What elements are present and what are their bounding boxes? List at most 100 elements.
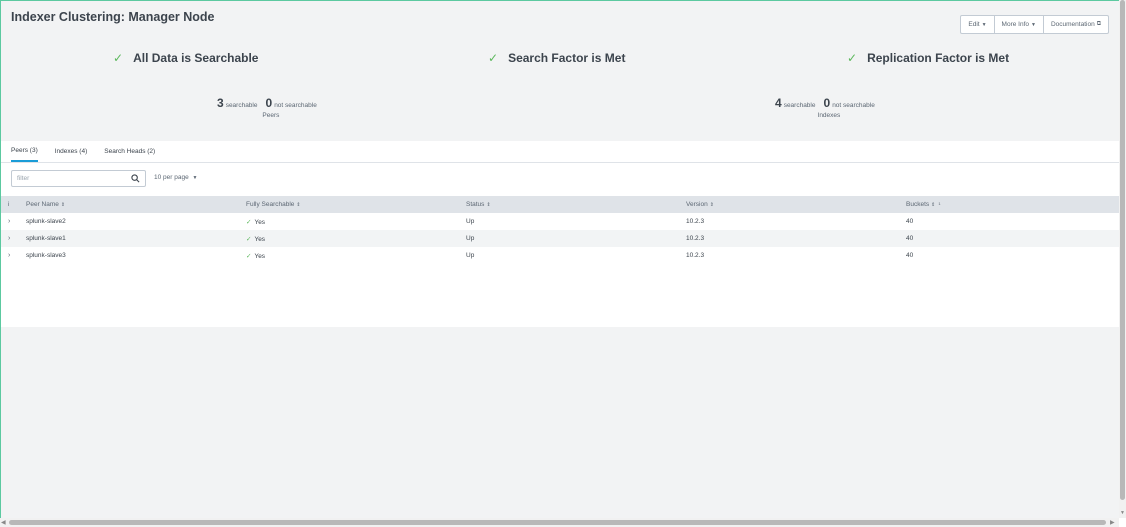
indexes-not-searchable-label: not searchable (832, 102, 875, 109)
chevron-right-icon: › (8, 218, 11, 225)
status-cell: Up (466, 230, 686, 247)
documentation-button[interactable]: Documentation ⧉ (1042, 16, 1108, 33)
tab-indexes[interactable]: Indexes (4) (55, 141, 88, 162)
sort-icon: ⇕ (60, 202, 66, 208)
chevron-right-icon: › (8, 235, 11, 242)
version-column-header[interactable]: Version ⇕ (686, 196, 906, 213)
action-button-group: Edit ▼ More Info ▼ Documentation ⧉ (960, 15, 1109, 34)
page-title: Indexer Clustering: Manager Node (11, 10, 215, 24)
status-replication-factor-met: ✓ Replication Factor is Met (847, 51, 1009, 65)
chevron-right-icon: › (8, 252, 11, 259)
per-page-dropdown[interactable]: 10 per page ▼ (154, 174, 197, 181)
status-cell: Up (466, 252, 475, 259)
check-icon: ✓ (488, 51, 499, 65)
tab-bar: Peers (3) Indexes (4) Search Heads (2) (11, 141, 172, 163)
sort-icon: ⇕ (486, 202, 491, 208)
check-icon: ✓ (847, 51, 858, 65)
horizontal-scrollbar-thumb[interactable] (9, 520, 1106, 525)
status-column-header[interactable]: Status ⇕ (466, 196, 686, 213)
main-content: Peers (3) Indexes (4) Search Heads (2) f… (1, 141, 1119, 327)
sort-icon: ⇕ (709, 202, 714, 208)
buckets-cell: 40 (906, 218, 914, 225)
external-link-icon: ⧉ (1096, 21, 1101, 27)
more-info-button-label: More Info (1001, 21, 1030, 28)
check-icon: ✓ (246, 235, 252, 243)
indexes-not-searchable-count: 0 (823, 96, 831, 110)
check-icon: ✓ (246, 252, 252, 260)
peer-name-cell: splunk-slave1 (26, 230, 246, 247)
peers-searchable-count: 3 (217, 96, 224, 110)
status-label: Search Factor is Met (508, 51, 626, 65)
status-label: Replication Factor is Met (867, 51, 1010, 65)
filter-placeholder: filter (17, 175, 30, 182)
expand-row-toggle[interactable]: › (1, 230, 26, 247)
fully-searchable-column-header[interactable]: Fully Searchable ⇕ (246, 196, 466, 213)
buckets-column-header[interactable]: Buckets ⇕ 1 (906, 196, 1119, 213)
tab-search-heads[interactable]: Search Heads (2) (104, 141, 155, 162)
fully-searchable-cell: ✓ Yes (246, 230, 466, 247)
table-header-row: i Peer Name ⇕ Fully Searchable ⇕ Status ⇕ V… (1, 196, 1119, 213)
sort-icon: ⇕ (931, 202, 936, 208)
column-label: Fully Searchable (246, 201, 295, 208)
indexes-searchable-count: 4 (775, 96, 782, 110)
vertical-scrollbar-thumb[interactable] (1120, 0, 1125, 500)
caret-down-icon: ▼ (192, 175, 198, 181)
caret-down-icon: ▼ (1031, 21, 1036, 28)
version-cell: 10.2.3 (686, 230, 906, 247)
peers-summary: 3 searchable 0 not searchable Peers (217, 96, 325, 119)
documentation-button-label: Documentation (1050, 21, 1095, 28)
edit-button[interactable]: Edit ▼ (961, 16, 993, 33)
table-row: › splunk-slave2 ✓ Yes Up 10.2.3 40 (1, 213, 1119, 230)
caret-down-icon: ▼ (981, 21, 987, 28)
version-cell: 10.2.3 (686, 252, 705, 259)
more-info-button[interactable]: More Info ▼ (993, 16, 1043, 33)
column-label: Version (686, 201, 708, 208)
status-all-data-searchable: ✓ All Data is Searchable (113, 51, 258, 65)
header-area: Indexer Clustering: Manager Node Edit ▼ … (1, 1, 1119, 141)
status-cell: Up (466, 218, 475, 225)
table-row: › splunk-slave1 ✓ Yes Up 10.2.3 40 (1, 230, 1119, 247)
vertical-scrollbar[interactable]: ▼ (1119, 0, 1126, 518)
buckets-cell: 40 (906, 230, 1119, 247)
peers-not-searchable-label: not searchable (274, 102, 317, 109)
footnote-marker: 1 (938, 201, 941, 206)
fully-searchable-value: Yes (254, 235, 266, 243)
app-frame: Indexer Clustering: Manager Node Edit ▼ … (0, 0, 1119, 518)
tab-peers[interactable]: Peers (3) (11, 141, 38, 162)
expand-row-toggle[interactable]: › (1, 247, 26, 264)
edit-button-label: Edit (968, 21, 980, 28)
check-icon: ✓ (113, 51, 124, 65)
sort-icon: ⇕ (296, 202, 301, 208)
column-label: Peer Name (26, 201, 59, 208)
scroll-right-arrow-icon[interactable]: ▶ (1110, 519, 1115, 526)
status-label: All Data is Searchable (133, 51, 259, 65)
column-label: Status (466, 201, 485, 208)
horizontal-scrollbar[interactable]: ◀ ▶ (0, 518, 1119, 527)
buckets-cell: 40 (906, 252, 914, 259)
version-cell: 10.2.3 (686, 218, 705, 225)
expand-column-header: i (1, 196, 26, 213)
peer-name-cell: splunk-slave2 (26, 218, 66, 225)
filter-input[interactable]: filter (11, 170, 146, 187)
fully-searchable-value: Yes (254, 252, 266, 260)
scroll-left-arrow-icon[interactable]: ◀ (1, 519, 6, 526)
per-page-label: 10 per page (154, 174, 189, 181)
indexes-caption: Indexes (817, 112, 841, 119)
peer-name-cell: splunk-slave3 (26, 252, 66, 259)
peer-name-column-header[interactable]: Peer Name ⇕ (26, 196, 246, 213)
peers-caption: Peers (262, 112, 280, 119)
table-row: › splunk-slave3 ✓ Yes Up 10.2.3 40 (1, 247, 1119, 264)
column-label: Buckets (906, 201, 930, 208)
search-icon (131, 174, 140, 183)
peers-table: i Peer Name ⇕ Fully Searchable ⇕ Status ⇕ V… (1, 196, 1119, 264)
fully-searchable-cell: ✓ Yes (246, 247, 466, 264)
tab-divider (1, 162, 1119, 163)
expand-row-toggle[interactable]: › (1, 213, 26, 230)
indexes-summary: 4 searchable 0 not searchable Indexes (775, 96, 883, 119)
check-icon: ✓ (246, 218, 252, 226)
indexes-searchable-label: searchable (783, 102, 816, 109)
status-search-factor-met: ✓ Search Factor is Met (488, 51, 625, 65)
peers-searchable-label: searchable (225, 102, 258, 109)
peers-not-searchable-count: 0 (265, 96, 273, 110)
scroll-down-arrow-icon[interactable]: ▼ (1119, 510, 1126, 516)
